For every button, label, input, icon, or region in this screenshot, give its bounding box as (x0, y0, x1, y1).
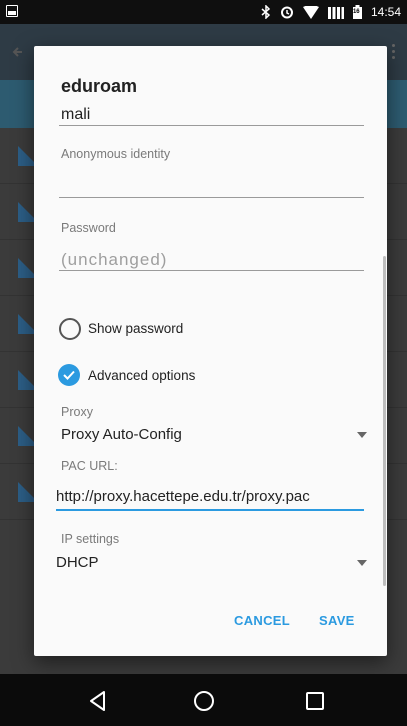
navigation-bar (0, 674, 407, 726)
battery-level: 16 (352, 9, 360, 15)
clock: 14:54 (370, 5, 401, 19)
recents-icon[interactable] (303, 689, 327, 713)
proxy-label: Proxy (61, 405, 93, 419)
status-icons: 16 14:54 (261, 0, 401, 24)
chevron-down-icon[interactable] (357, 432, 367, 438)
bluetooth-icon (261, 5, 271, 19)
dialog-title: eduroam (61, 76, 138, 96)
battery-icon: 16 (352, 5, 362, 19)
screenshot-icon (6, 5, 18, 17)
ip-settings-label: IP settings (61, 532, 120, 546)
overflow-menu-icon (392, 44, 395, 60)
anonymous-identity-label: Anonymous identity (61, 147, 171, 161)
back-icon[interactable] (86, 689, 110, 713)
identity-underline (59, 125, 364, 126)
proxy-dropdown[interactable]: Proxy Auto-Config (61, 426, 182, 443)
password-input[interactable]: (unchanged) (61, 250, 167, 270)
anonymous-identity-underline (59, 197, 364, 198)
show-password-checkbox[interactable] (59, 318, 81, 340)
chevron-down-icon[interactable] (357, 560, 367, 566)
password-underline (59, 270, 364, 271)
pac-url-underline (56, 509, 364, 511)
pac-url-label: PAC URL: (61, 459, 118, 473)
wifi-config-dialog: eduroam mali Anonymous identity Password… (34, 46, 387, 656)
status-bar: 16 14:54 (0, 0, 407, 24)
home-icon[interactable] (192, 689, 216, 713)
advanced-options-checkbox[interactable] (58, 364, 80, 386)
show-password-label[interactable]: Show password (88, 321, 183, 336)
scrollbar[interactable] (383, 256, 386, 586)
alarm-icon (280, 5, 294, 19)
signal-icon (327, 6, 344, 19)
cancel-button[interactable]: CANCEL (234, 613, 290, 628)
wifi-icon (302, 5, 319, 19)
ip-settings-dropdown[interactable]: DHCP (56, 554, 99, 571)
pac-url-input[interactable]: http://proxy.hacettepe.edu.tr/proxy.pac (56, 488, 310, 505)
checkmark-icon (63, 370, 75, 380)
password-label: Password (61, 221, 116, 235)
advanced-options-label[interactable]: Advanced options (88, 368, 195, 383)
save-button[interactable]: SAVE (319, 613, 355, 628)
back-arrow-icon (12, 47, 22, 57)
identity-input[interactable]: mali (61, 106, 90, 124)
